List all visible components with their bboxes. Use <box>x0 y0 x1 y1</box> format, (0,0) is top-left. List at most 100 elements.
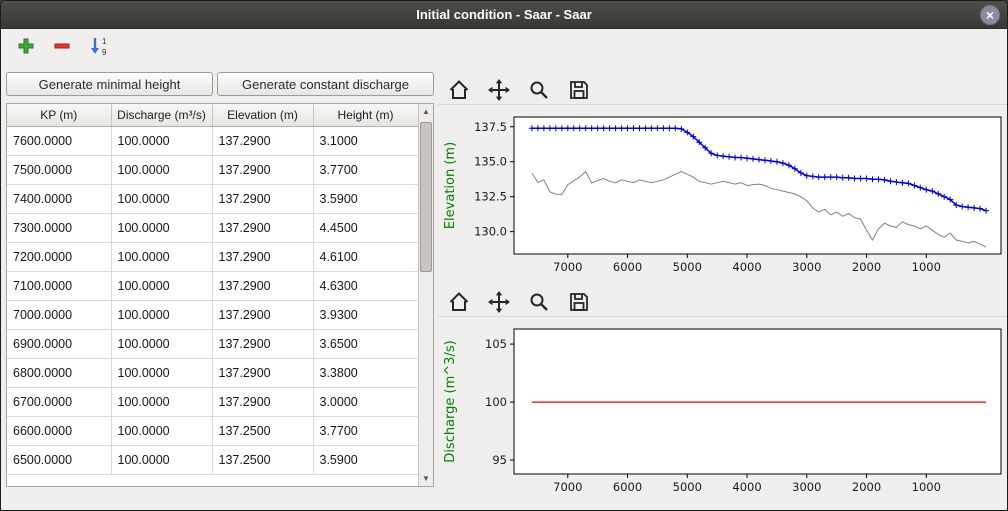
table-cell[interactable]: 137.2900 <box>212 387 313 416</box>
table-cell[interactable]: 3.7700 <box>313 155 418 184</box>
column-header[interactable]: Discharge (m³/s) <box>111 104 212 126</box>
svg-text:6000: 6000 <box>613 260 642 274</box>
svg-text:2000: 2000 <box>852 260 881 274</box>
column-header[interactable]: Height (m) <box>313 104 418 126</box>
table-row: 7000.0000100.0000137.29003.9300 <box>7 300 418 329</box>
table-cell[interactable]: 100.0000 <box>111 358 212 387</box>
zoom-button[interactable] <box>526 289 552 315</box>
table-cell[interactable]: 7100.0000 <box>7 271 111 300</box>
table-cell[interactable]: 137.2900 <box>212 213 313 242</box>
svg-text:4000: 4000 <box>732 260 761 274</box>
table-cell[interactable]: 6900.0000 <box>7 329 111 358</box>
scrollbar-thumb[interactable] <box>420 122 432 272</box>
table-cell[interactable]: 3.1000 <box>313 126 418 155</box>
table-cell[interactable]: 137.2900 <box>212 184 313 213</box>
table-row: 6600.0000100.0000137.25003.7700 <box>7 416 418 445</box>
elevation-plot[interactable]: 7000600050004000300020001000130.0132.513… <box>438 107 1006 287</box>
home-button[interactable] <box>446 77 472 103</box>
table-cell[interactable]: 137.2900 <box>212 242 313 271</box>
table-cell[interactable]: 137.2900 <box>212 300 313 329</box>
table-vertical-scrollbar[interactable]: ▲ ▼ <box>418 104 433 486</box>
pan-button[interactable] <box>486 77 512 103</box>
table-row: 6500.0000100.0000137.25003.5900 <box>7 445 418 474</box>
table-cell[interactable]: 100.0000 <box>111 445 212 474</box>
table-cell[interactable]: 3.0000 <box>313 387 418 416</box>
table-cell[interactable]: 100.0000 <box>111 126 212 155</box>
table-cell[interactable]: 7500.0000 <box>7 155 111 184</box>
table-cell[interactable]: 100.0000 <box>111 242 212 271</box>
pan-icon <box>488 79 510 101</box>
table-row: 6900.0000100.0000137.29003.6500 <box>7 329 418 358</box>
close-button[interactable]: × <box>980 5 1000 25</box>
pan-button[interactable] <box>486 289 512 315</box>
discharge-plot[interactable]: 700060005000400030002000100095100105Disc… <box>438 319 1006 507</box>
home-button[interactable] <box>446 289 472 315</box>
svg-text:Discharge (m^3/s): Discharge (m^3/s) <box>443 340 458 462</box>
table-cell[interactable]: 6500.0000 <box>7 445 111 474</box>
svg-text:100: 100 <box>485 395 507 409</box>
save-icon <box>568 291 590 313</box>
table-cell[interactable]: 137.2500 <box>212 445 313 474</box>
add-row-button[interactable] <box>15 35 37 57</box>
elevation-plot-toolbar <box>438 75 1007 105</box>
table-cell[interactable]: 100.0000 <box>111 387 212 416</box>
table-cell[interactable]: 100.0000 <box>111 271 212 300</box>
table-cell[interactable]: 100.0000 <box>111 329 212 358</box>
initial-condition-table-frame: KP (m)Discharge (m³/s)Elevation (m)Heigh… <box>6 103 434 487</box>
app-window: Initial condition - Saar - Saar × 1 9 Ge… <box>0 0 1008 511</box>
table-cell[interactable]: 137.2500 <box>212 416 313 445</box>
table-row: 7200.0000100.0000137.29004.6100 <box>7 242 418 271</box>
svg-text:4000: 4000 <box>732 480 761 494</box>
table-cell[interactable]: 6800.0000 <box>7 358 111 387</box>
save-button[interactable] <box>566 77 592 103</box>
column-header[interactable]: Elevation (m) <box>212 104 313 126</box>
svg-text:7000: 7000 <box>553 480 582 494</box>
zoom-button[interactable] <box>526 77 552 103</box>
generate-minimal-height-button[interactable]: Generate minimal height <box>6 72 213 96</box>
remove-row-button[interactable] <box>51 35 73 57</box>
table-cell[interactable]: 100.0000 <box>111 184 212 213</box>
table-cell[interactable]: 6600.0000 <box>7 416 111 445</box>
initial-condition-table: KP (m)Discharge (m³/s)Elevation (m)Heigh… <box>7 104 419 475</box>
table-cell[interactable]: 7600.0000 <box>7 126 111 155</box>
table-cell[interactable]: 4.6100 <box>313 242 418 271</box>
svg-text:3000: 3000 <box>792 260 821 274</box>
table-cell[interactable]: 7400.0000 <box>7 184 111 213</box>
scroll-up-arrow-icon[interactable]: ▲ <box>419 104 433 119</box>
table-cell[interactable]: 137.2900 <box>212 329 313 358</box>
table-cell[interactable]: 3.5900 <box>313 184 418 213</box>
table-cell[interactable]: 6700.0000 <box>7 387 111 416</box>
titlebar[interactable]: Initial condition - Saar - Saar × <box>1 1 1007 29</box>
table-cell[interactable]: 3.7700 <box>313 416 418 445</box>
column-header[interactable]: KP (m) <box>7 104 111 126</box>
table-cell[interactable]: 137.2900 <box>212 271 313 300</box>
table-cell[interactable]: 100.0000 <box>111 416 212 445</box>
table-cell[interactable]: 100.0000 <box>111 155 212 184</box>
close-icon: × <box>986 8 994 22</box>
table-cell[interactable]: 4.4500 <box>313 213 418 242</box>
table-cell[interactable]: 7300.0000 <box>7 213 111 242</box>
table-cell[interactable]: 7200.0000 <box>7 242 111 271</box>
sort-button[interactable]: 1 9 <box>87 35 109 57</box>
table-cell[interactable]: 3.6500 <box>313 329 418 358</box>
generate-constant-discharge-button[interactable]: Generate constant discharge <box>217 72 434 96</box>
table-cell[interactable]: 137.2900 <box>212 126 313 155</box>
table-cell[interactable]: 3.3800 <box>313 358 418 387</box>
scroll-down-arrow-icon[interactable]: ▼ <box>419 471 433 486</box>
home-icon <box>448 79 470 101</box>
svg-text:132.5: 132.5 <box>474 190 507 204</box>
table-cell[interactable]: 4.6300 <box>313 271 418 300</box>
right-panel: 7000600050004000300020001000130.0132.513… <box>438 63 1007 510</box>
remove-row-icon <box>53 37 71 55</box>
table-cell[interactable]: 100.0000 <box>111 300 212 329</box>
table-cell[interactable]: 137.2900 <box>212 358 313 387</box>
table-cell[interactable]: 3.9300 <box>313 300 418 329</box>
svg-text:105: 105 <box>485 337 507 351</box>
sort-numeric-icon: 1 9 <box>88 36 108 56</box>
table-cell[interactable]: 100.0000 <box>111 213 212 242</box>
table-cell[interactable]: 7000.0000 <box>7 300 111 329</box>
save-button[interactable] <box>566 289 592 315</box>
table-cell[interactable]: 137.2900 <box>212 155 313 184</box>
add-row-icon <box>17 37 35 55</box>
table-cell[interactable]: 3.5900 <box>313 445 418 474</box>
